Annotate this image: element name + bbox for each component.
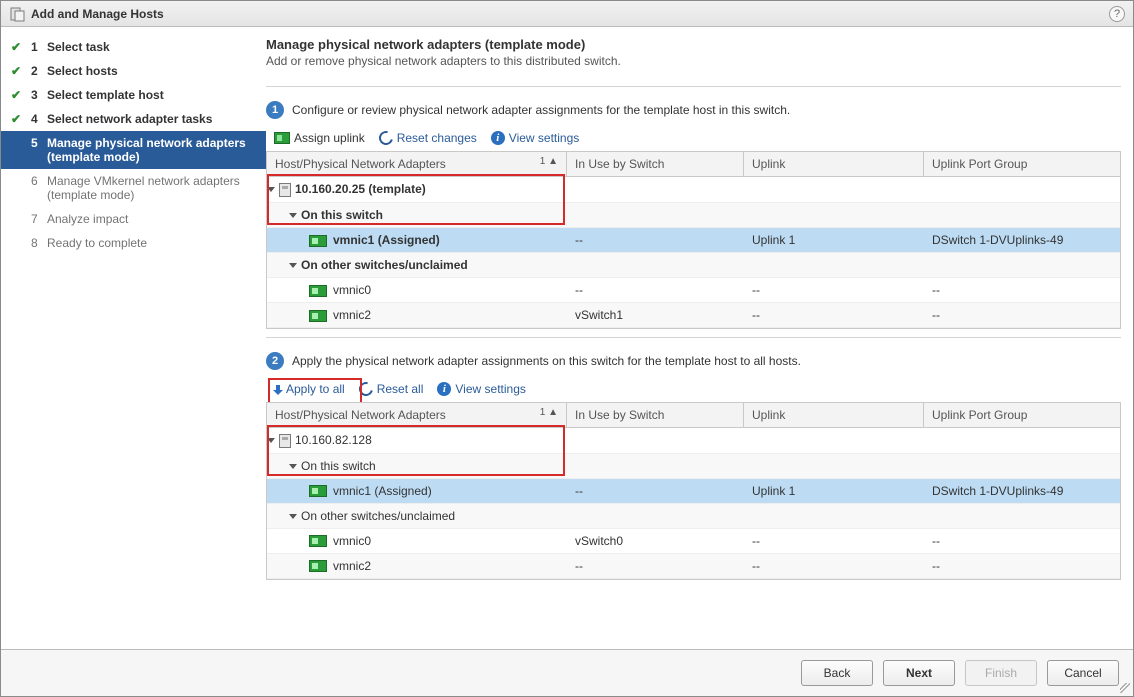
expand-icon[interactable] xyxy=(289,213,297,218)
view-settings-button-2[interactable]: i View settings xyxy=(437,382,525,396)
check-icon: ✔ xyxy=(11,40,25,54)
table-row-vmnic2[interactable]: vmnic2 vSwitch1 -- -- xyxy=(267,303,1120,328)
step-badge-2: 2 xyxy=(266,352,284,370)
section-apply: 2 Apply the physical network adapter ass… xyxy=(266,348,1121,580)
hosts-icon xyxy=(9,6,25,22)
help-icon[interactable]: ? xyxy=(1109,6,1125,22)
grid-all-hosts[interactable]: Host/Physical Network Adapters 1 ▲ In Us… xyxy=(266,402,1121,580)
table-row-vmnic0[interactable]: vmnic0 -- -- -- xyxy=(267,278,1120,303)
check-icon: ✔ xyxy=(11,64,25,78)
table-row-vmnic2[interactable]: vmnic2 -- -- -- xyxy=(267,554,1120,579)
col-uplink-port-group[interactable]: Uplink Port Group xyxy=(924,403,1120,427)
dialog-footer: Back Next Finish Cancel xyxy=(1,649,1133,696)
table-row-host[interactable]: 10.160.82.128 xyxy=(267,428,1120,454)
section2-text: Apply the physical network adapter assig… xyxy=(292,354,801,368)
toolbar-1: Assign uplink Reset changes i View setti… xyxy=(266,127,1121,151)
nic-icon xyxy=(309,535,327,547)
page-subtitle: Add or remove physical network adapters … xyxy=(266,54,1121,68)
step-analyze-impact: 7 Analyze impact xyxy=(1,207,266,231)
undo-icon xyxy=(376,128,395,147)
reset-all-button[interactable]: Reset all xyxy=(359,382,424,396)
col-host-adapters[interactable]: Host/Physical Network Adapters 1 ▲ xyxy=(267,403,567,427)
toolbar-2: Apply to all Reset all i View settings xyxy=(266,378,1121,402)
table-row-host[interactable]: 10.160.20.25 (template) xyxy=(267,177,1120,203)
step-select-task[interactable]: ✔ 1 Select task xyxy=(1,35,266,59)
main-panel: Manage physical network adapters (templa… xyxy=(266,27,1133,649)
step-ready-to-complete: 8 Ready to complete xyxy=(1,231,266,255)
col-in-use[interactable]: In Use by Switch xyxy=(567,152,744,176)
nic-icon xyxy=(309,560,327,572)
section1-text: Configure or review physical network ada… xyxy=(292,103,790,117)
grid-template-host[interactable]: Host/Physical Network Adapters 1 ▲ In Us… xyxy=(266,151,1121,329)
col-uplink[interactable]: Uplink xyxy=(744,403,924,427)
resize-grip[interactable] xyxy=(1120,683,1130,693)
table-row-vmnic0[interactable]: vmnic0 vSwitch0 -- -- xyxy=(267,529,1120,554)
titlebar: Add and Manage Hosts ? xyxy=(1,1,1133,27)
expand-icon[interactable] xyxy=(289,263,297,268)
next-button[interactable]: Next xyxy=(883,660,955,686)
step-manage-physical-adapters[interactable]: ✔ 5 Manage physical network adapters (te… xyxy=(1,131,266,169)
check-icon: ✔ xyxy=(11,112,25,126)
nic-icon xyxy=(274,132,290,144)
table-row-vmnic1[interactable]: vmnic1 (Assigned) -- Uplink 1 DSwitch 1-… xyxy=(267,479,1120,504)
info-icon: i xyxy=(491,131,505,145)
step-badge-1: 1 xyxy=(266,101,284,119)
col-uplink-port-group[interactable]: Uplink Port Group xyxy=(924,152,1120,176)
expand-icon[interactable] xyxy=(267,187,275,192)
assign-uplink-button[interactable]: Assign uplink xyxy=(274,131,365,145)
col-host-adapters[interactable]: Host/Physical Network Adapters 1 ▲ xyxy=(267,152,567,176)
step-select-adapter-tasks[interactable]: ✔ 4 Select network adapter tasks xyxy=(1,107,266,131)
apply-to-all-button[interactable]: Apply to all xyxy=(274,382,345,396)
back-button[interactable]: Back xyxy=(801,660,873,686)
wizard-steps: ✔ 1 Select task ✔ 2 Select hosts ✔ 3 Sel… xyxy=(1,27,266,649)
nic-icon xyxy=(309,235,327,247)
cancel-button[interactable]: Cancel xyxy=(1047,660,1119,686)
expand-icon[interactable] xyxy=(289,464,297,469)
check-icon: ✔ xyxy=(11,88,25,102)
sort-indicator: 1 ▲ xyxy=(540,407,558,418)
grid-header[interactable]: Host/Physical Network Adapters 1 ▲ In Us… xyxy=(267,403,1120,428)
step-select-hosts[interactable]: ✔ 2 Select hosts xyxy=(1,59,266,83)
window-title: Add and Manage Hosts xyxy=(31,7,164,21)
nic-icon xyxy=(309,310,327,322)
table-row-group[interactable]: On this switch xyxy=(267,203,1120,228)
reset-changes-button[interactable]: Reset changes xyxy=(379,131,477,145)
table-row-group[interactable]: On this switch xyxy=(267,454,1120,479)
view-settings-button[interactable]: i View settings xyxy=(491,131,579,145)
col-in-use[interactable]: In Use by Switch xyxy=(567,403,744,427)
grid-header[interactable]: Host/Physical Network Adapters 1 ▲ In Us… xyxy=(267,152,1120,177)
dialog-body: ✔ 1 Select task ✔ 2 Select hosts ✔ 3 Sel… xyxy=(1,27,1133,649)
dialog-add-manage-hosts: Add and Manage Hosts ? ✔ 1 Select task ✔… xyxy=(0,0,1134,697)
expand-icon[interactable] xyxy=(267,438,275,443)
table-row-vmnic1[interactable]: vmnic1 (Assigned) -- Uplink 1 DSwitch 1-… xyxy=(267,228,1120,253)
undo-icon xyxy=(356,379,375,398)
section-configure: 1 Configure or review physical network a… xyxy=(266,97,1121,329)
table-row-group[interactable]: On other switches/unclaimed xyxy=(267,253,1120,278)
step-select-template-host[interactable]: ✔ 3 Select template host xyxy=(1,83,266,107)
apply-icon xyxy=(274,385,282,393)
divider xyxy=(266,86,1121,87)
nic-icon xyxy=(309,485,327,497)
divider xyxy=(266,337,1121,338)
host-icon xyxy=(279,434,291,448)
host-icon xyxy=(279,183,291,197)
finish-button: Finish xyxy=(965,660,1037,686)
sort-indicator: 1 ▲ xyxy=(540,156,558,167)
step-manage-vmkernel-adapters: 6 Manage VMkernel network adapters (temp… xyxy=(1,169,266,207)
expand-icon[interactable] xyxy=(289,514,297,519)
info-icon: i xyxy=(437,382,451,396)
page-heading: Manage physical network adapters (templa… xyxy=(266,37,1121,52)
nic-icon xyxy=(309,285,327,297)
col-uplink[interactable]: Uplink xyxy=(744,152,924,176)
table-row-group[interactable]: On other switches/unclaimed xyxy=(267,504,1120,529)
